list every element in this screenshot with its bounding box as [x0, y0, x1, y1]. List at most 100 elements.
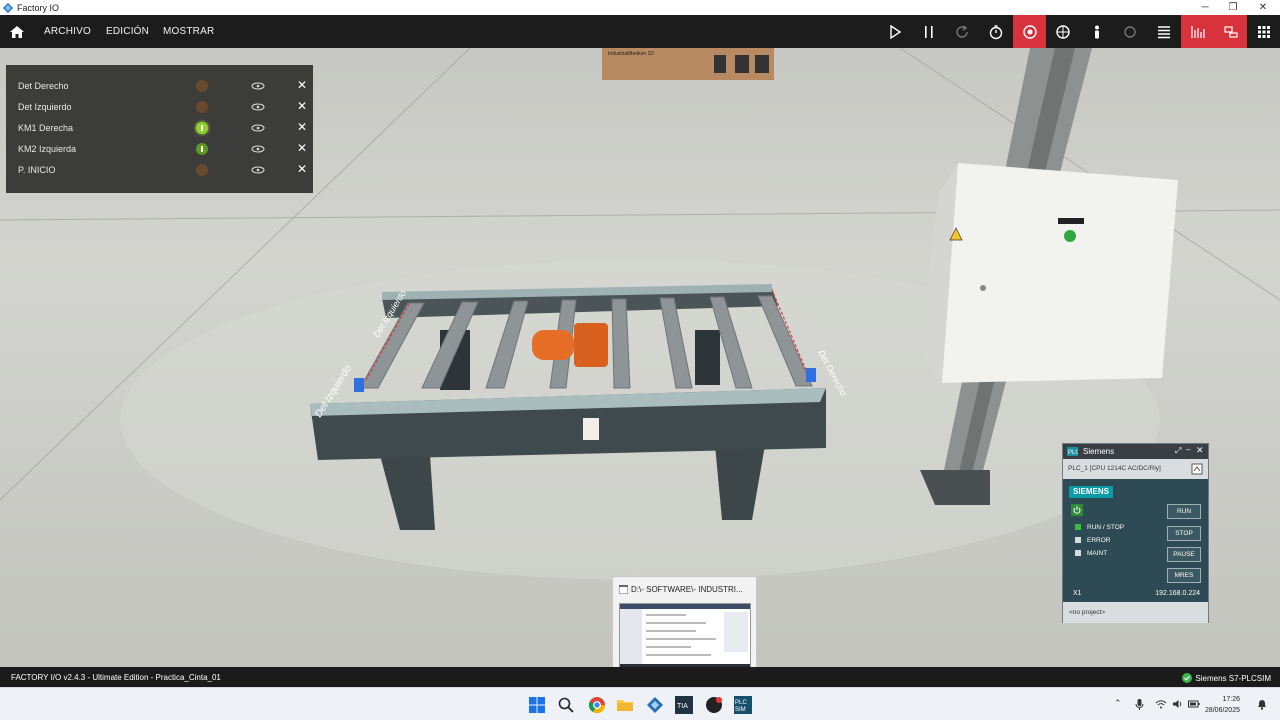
apps-grid-button[interactable]	[1247, 15, 1280, 48]
wifi-icon[interactable]	[1155, 699, 1167, 709]
plcsim-taskbar-icon[interactable]: PLCSIM	[734, 696, 752, 714]
cardboard-box: IndustrialMedium 1D	[602, 48, 774, 80]
status-driver: Siemens S7-PLCSIM	[1182, 673, 1271, 683]
tag-state-led	[196, 80, 208, 92]
remove-tag-button[interactable]: ✕	[297, 99, 307, 113]
plcsim-title: Siemens	[1083, 447, 1115, 456]
remove-tag-button[interactable]: ✕	[297, 162, 307, 176]
mres-button[interactable]: MRES	[1167, 568, 1201, 583]
project-label: <no project>	[1063, 602, 1208, 623]
error-label: ERROR	[1087, 537, 1111, 544]
tray-chevron-icon[interactable]: ⌃	[1114, 698, 1122, 709]
driver-name: Siemens S7-PLCSIM	[1195, 674, 1271, 683]
drivers-button[interactable]	[1214, 15, 1247, 48]
camera-fly-icon	[1055, 24, 1070, 39]
taskbar-thumbnail[interactable]: D:\- SOFTWARE\- INDUSTRI...	[612, 576, 757, 679]
camera-first-person-icon	[1094, 25, 1099, 38]
minimize-button[interactable]: ─	[1190, 0, 1220, 15]
power-icon	[1071, 504, 1083, 516]
file-explorer-icon[interactable]	[616, 696, 634, 714]
system-clock[interactable]: 17:26 28/06/2025	[1205, 694, 1240, 716]
plcsim-titlebar[interactable]: PLC Siemens ⤢ – ✕	[1063, 444, 1208, 459]
windows-start-icon[interactable]	[528, 696, 546, 714]
plcsim-cpu-label: PLC_1 [CPU 1214C AC/DC/Rly]	[1063, 459, 1208, 479]
tag-state-led	[196, 101, 208, 113]
plcsim-expand-icon[interactable]: ⤢	[1175, 446, 1181, 456]
close-window-button[interactable]: ✕	[1248, 0, 1278, 15]
play-icon	[889, 24, 901, 39]
tag-name: KM2 Izquierda	[18, 144, 77, 154]
restore-button[interactable]: ❐	[1218, 0, 1248, 15]
eye-icon[interactable]	[251, 124, 265, 132]
stop-button[interactable]: STOP	[1167, 526, 1201, 541]
run-led	[1075, 524, 1081, 530]
reset-button[interactable]	[945, 15, 978, 48]
box-label: IndustrialMedium 1D	[608, 51, 654, 57]
camera-first-person-button[interactable]	[1080, 15, 1113, 48]
plcsim-window: PLC Siemens ⤢ – ✕ PLC_1 [CPU 1214C AC/DC…	[1062, 443, 1209, 623]
run-stop-status: RUN / STOP	[1075, 524, 1124, 531]
chart-button[interactable]	[1181, 15, 1214, 48]
apps-grid-icon	[1257, 25, 1270, 38]
menu-bar: ARCHIVO EDICIÓN MOSTRAR	[0, 15, 1280, 48]
play-button[interactable]	[878, 15, 911, 48]
menu-archivo[interactable]: ARCHIVO	[44, 26, 91, 37]
eye-icon[interactable]	[251, 145, 265, 153]
microphone-icon[interactable]	[1135, 699, 1144, 710]
svg-text:TIA: TIA	[677, 703, 688, 710]
tag-name: Det Izquierdo	[18, 102, 72, 112]
tag-name: P. INICIO	[18, 165, 56, 175]
run-button[interactable]: RUN	[1167, 504, 1201, 519]
tag-state-led[interactable]	[196, 143, 208, 155]
remove-tag-button[interactable]: ✕	[297, 141, 307, 155]
tag-row: P. INICIO ✕	[6, 160, 313, 181]
eye-icon[interactable]	[251, 166, 265, 174]
pause-plc-button[interactable]: PAUSE	[1167, 547, 1201, 562]
electrical-cabinet	[920, 163, 1178, 383]
battery-icon[interactable]	[1188, 699, 1200, 709]
menu-mostrar[interactable]: MOSTRAR	[163, 26, 214, 37]
siemens-logo: SIEMENS	[1069, 486, 1113, 498]
timer-icon	[989, 24, 1002, 39]
plcsim-close-icon[interactable]: ✕	[1196, 445, 1204, 456]
notifications-icon[interactable]	[1256, 698, 1268, 710]
status-version: FACTORY I/O v2.4.3 - Ultimate Edition - …	[11, 673, 221, 682]
search-icon[interactable]	[557, 696, 575, 714]
svg-text:PLC: PLC	[1068, 450, 1078, 456]
volume-icon[interactable]	[1172, 699, 1184, 709]
plcsim-icon: PLC	[1067, 447, 1078, 456]
pause-button[interactable]	[912, 15, 945, 48]
home-icon[interactable]	[8, 23, 26, 41]
explorer-window-icon	[619, 585, 628, 594]
plcsim-minimize-icon[interactable]: –	[1186, 445, 1190, 454]
camera-orbit-button[interactable]	[1013, 15, 1046, 48]
sensor-right-device	[806, 368, 816, 382]
window-titlebar: Factory IO ─ ❐ ✕	[0, 0, 1280, 15]
camera-fly-button[interactable]	[1046, 15, 1079, 48]
x1-label: X1	[1073, 590, 1082, 597]
status-bar: FACTORY I/O v2.4.3 - Ultimate Edition - …	[0, 667, 1280, 687]
eye-icon[interactable]	[251, 82, 265, 90]
light-button[interactable]	[1113, 15, 1146, 48]
tag-list-button[interactable]	[1147, 15, 1180, 48]
plcsim-settings-icon[interactable]	[1191, 463, 1203, 475]
chrome-icon[interactable]	[588, 696, 606, 714]
factory-io-taskbar-icon[interactable]	[646, 696, 664, 714]
error-status: ERROR	[1075, 537, 1110, 544]
tag-state-led[interactable]	[196, 164, 208, 176]
sensor-left-device	[354, 378, 364, 392]
menu-edicion[interactable]: EDICIÓN	[106, 26, 149, 37]
reset-icon	[955, 24, 968, 38]
remove-tag-button[interactable]: ✕	[297, 120, 307, 134]
timer-button[interactable]	[979, 15, 1012, 48]
eye-icon[interactable]	[251, 103, 265, 111]
run-stop-label: RUN / STOP	[1087, 524, 1125, 531]
tag-state-led[interactable]	[196, 122, 208, 134]
thumbnail-preview	[619, 603, 751, 673]
tag-name: KM1 Derecha	[18, 123, 74, 133]
tia-portal-icon[interactable]: TIA	[675, 696, 693, 714]
remove-tag-button[interactable]: ✕	[297, 78, 307, 92]
tag-row: KM2 Izquierda ✕	[6, 139, 313, 160]
ip-address: 192.168.0.224	[1155, 590, 1200, 597]
media-app-icon[interactable]	[705, 696, 723, 714]
